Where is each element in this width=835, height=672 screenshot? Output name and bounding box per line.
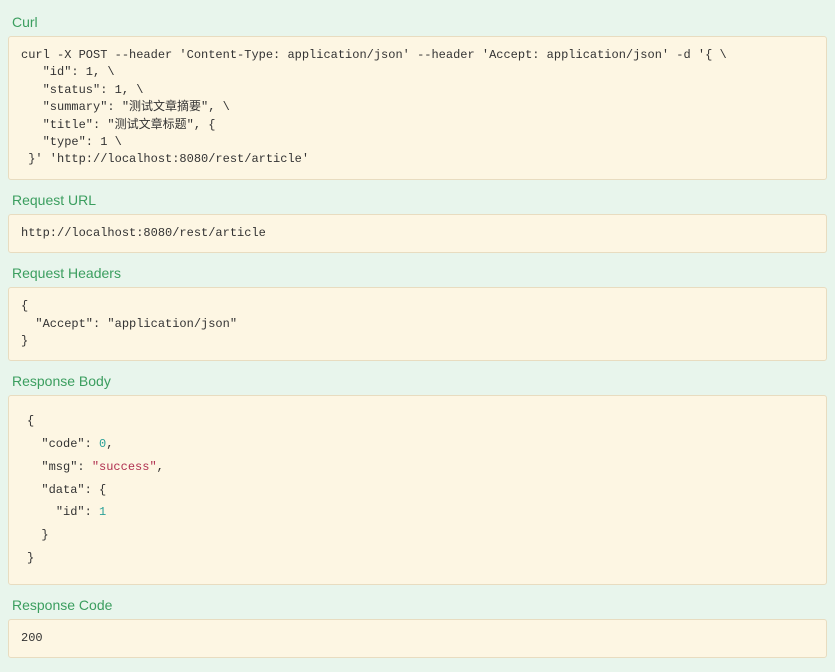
request-url-heading: Request URL [8, 186, 827, 214]
curl-section: Curl curl -X POST --header 'Content-Type… [8, 8, 827, 180]
request-url-text: http://localhost:8080/rest/article [21, 225, 814, 242]
curl-text: curl -X POST --header 'Content-Type: app… [21, 47, 814, 169]
response-body-content: { "code": 0, "msg": "success", "data": {… [8, 395, 827, 585]
response-code-heading: Response Code [8, 591, 827, 619]
request-headers-content: { "Accept": "application/json" } [8, 287, 827, 361]
request-url-section: Request URL http://localhost:8080/rest/a… [8, 186, 827, 253]
response-body-heading: Response Body [8, 367, 827, 395]
response-body-section: Response Body { "code": 0, "msg": "succe… [8, 367, 827, 585]
request-headers-text: { "Accept": "application/json" } [21, 298, 814, 350]
response-code-section: Response Code 200 [8, 591, 827, 658]
curl-heading: Curl [8, 8, 827, 36]
request-headers-section: Request Headers { "Accept": "application… [8, 259, 827, 361]
curl-content: curl -X POST --header 'Content-Type: app… [8, 36, 827, 180]
response-code-text: 200 [21, 630, 814, 647]
response-code-content: 200 [8, 619, 827, 658]
response-body-json: { "code": 0, "msg": "success", "data": {… [27, 410, 808, 570]
request-url-content: http://localhost:8080/rest/article [8, 214, 827, 253]
request-headers-heading: Request Headers [8, 259, 827, 287]
